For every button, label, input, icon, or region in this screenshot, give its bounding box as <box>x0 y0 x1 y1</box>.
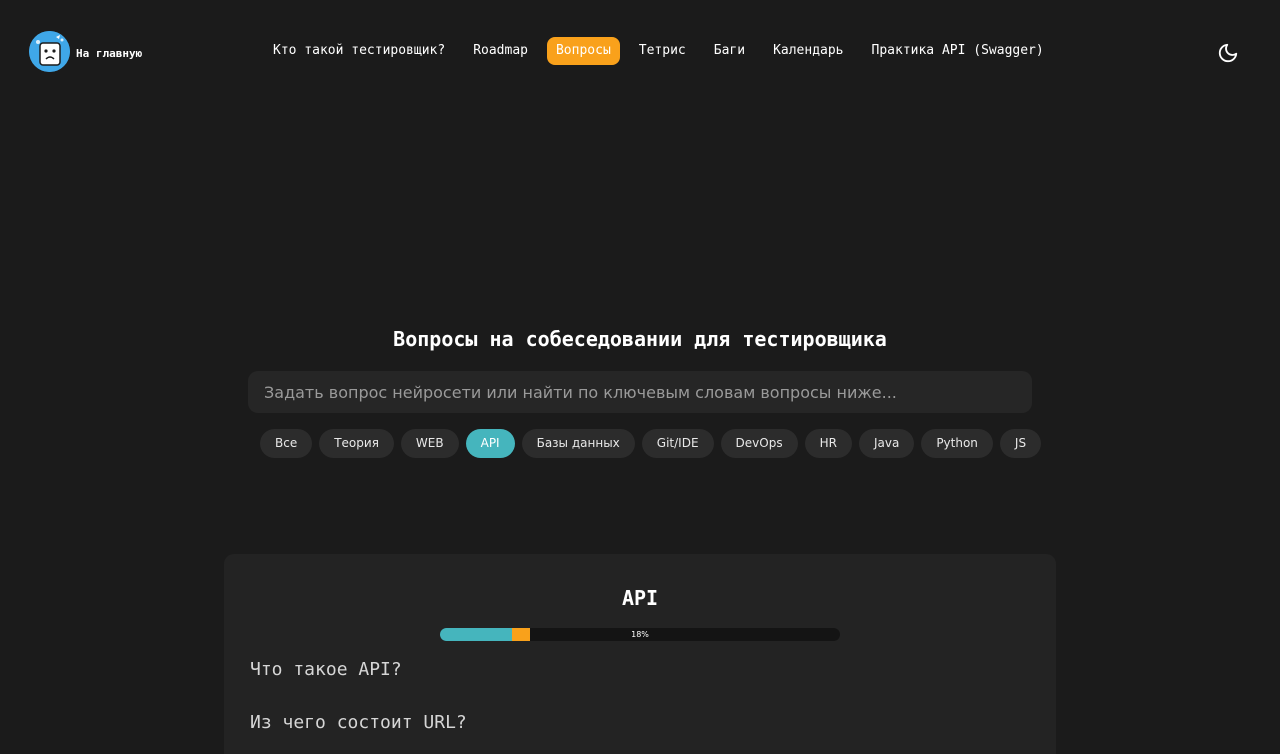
filter-git-ide[interactable]: Git/IDE <box>641 429 714 458</box>
nav-item-who-is-tester[interactable]: Кто такой тестировщик? <box>264 37 454 65</box>
filter-js[interactable]: JS <box>999 429 1042 458</box>
questions-card: API 18% Что такое API? Из чего состоит U… <box>224 554 1056 754</box>
home-link[interactable]: На главную <box>29 31 142 72</box>
nav-item-roadmap[interactable]: Roadmap <box>464 37 537 65</box>
nav-item-api-practice[interactable]: Практика API (Swagger) <box>863 37 1053 65</box>
logo-icon <box>29 31 70 72</box>
search-input[interactable] <box>248 371 1032 413</box>
nav-item-tetris[interactable]: Тетрис <box>630 37 695 65</box>
moon-icon[interactable] <box>1217 42 1239 64</box>
section-title: API <box>621 586 659 610</box>
home-label: На главную <box>76 46 143 60</box>
nav-item-bugs[interactable]: Баги <box>705 37 754 65</box>
filter-all[interactable]: Все <box>260 429 313 458</box>
filter-api[interactable]: API <box>465 429 515 458</box>
category-filters: Все Теория WEB API Базы данных Git/IDE D… <box>260 429 1042 458</box>
progress-label: 18% <box>631 630 649 639</box>
question-item[interactable]: Что такое API? <box>250 658 467 711</box>
progress-bar: 18% <box>440 628 840 641</box>
filter-databases[interactable]: Базы данных <box>521 429 635 458</box>
nav-item-questions[interactable]: Вопросы <box>546 37 620 65</box>
question-item[interactable]: Из чего состоит URL? <box>250 711 467 754</box>
filter-web[interactable]: WEB <box>400 429 459 458</box>
filter-hr[interactable]: HR <box>804 429 852 458</box>
question-list: Что такое API? Из чего состоит URL? <box>250 658 467 754</box>
nav-item-calendar[interactable]: Календарь <box>764 37 852 65</box>
filter-python[interactable]: Python <box>921 429 993 458</box>
filter-devops[interactable]: DevOps <box>720 429 798 458</box>
main-nav: Кто такой тестировщик? Roadmap Вопросы Т… <box>264 37 1053 65</box>
filter-java[interactable]: Java <box>858 429 915 458</box>
page-title: Вопросы на собеседовании для тестировщик… <box>393 327 887 351</box>
filter-theory[interactable]: Теория <box>319 429 394 458</box>
